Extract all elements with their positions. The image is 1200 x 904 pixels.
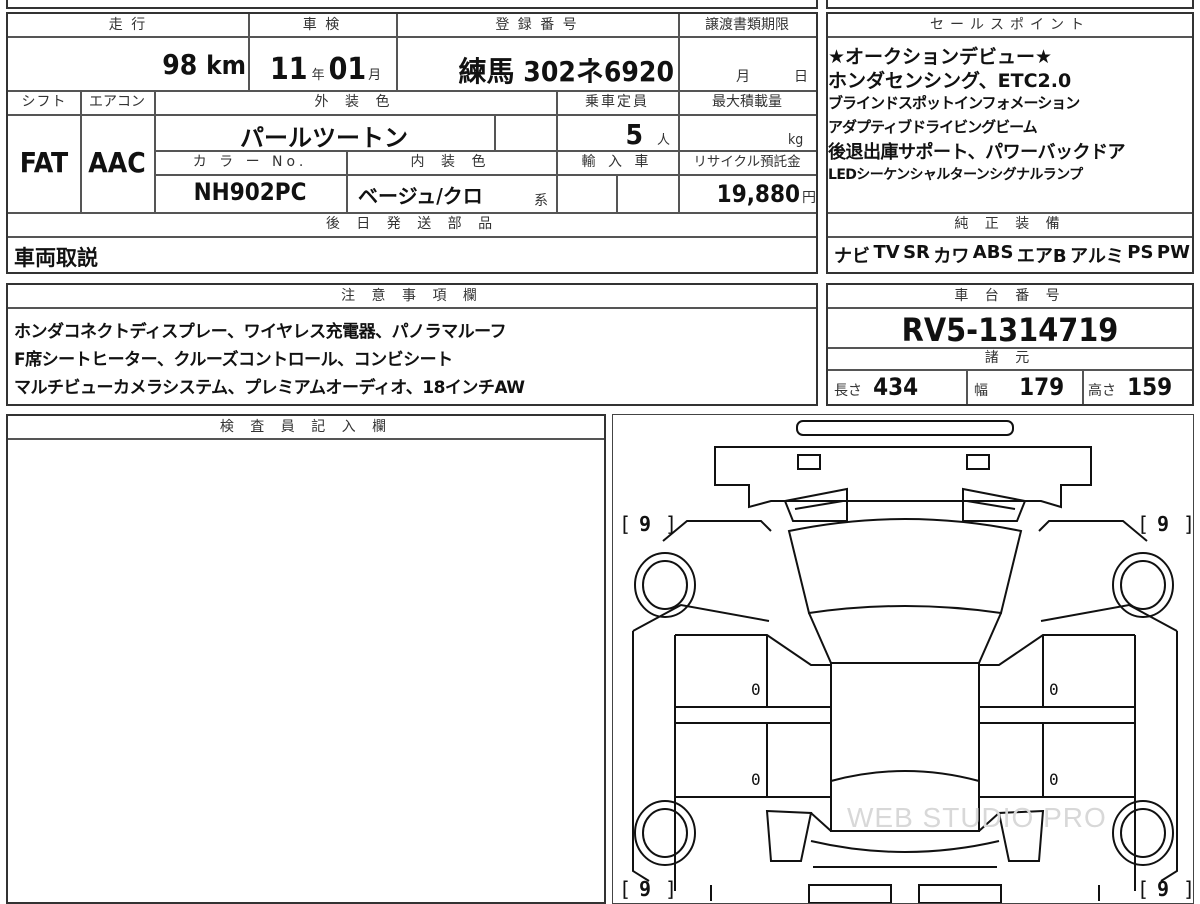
sales-line-1: ★オークションデビュー★ xyxy=(828,46,1053,68)
watermark-text: WEB STUDIO PRO xyxy=(847,802,1107,833)
equip-alloy: アルミ xyxy=(1070,246,1124,267)
equipment-list: ナビ TV SR カワ ABS エアB アルミ PS PW xyxy=(834,242,1190,268)
svg-text:]: ] xyxy=(665,877,677,901)
tread-value-fr: 9 xyxy=(1157,512,1169,536)
chassis-box: 車 台 番 号 RV5-1314719 諸 元 長さ 434 幅 179 高さ … xyxy=(826,283,1194,406)
chassis-title: 車 台 番 号 xyxy=(954,288,1066,304)
equip-sr: SR xyxy=(903,242,930,263)
notes-line-1: ホンダコネクトディスプレー、ワイヤレス充電器、パノラマルーフ xyxy=(14,322,507,342)
sales-line-3: ブラインドスポットインフォメーション xyxy=(828,94,1080,112)
mileage-value: 98 km xyxy=(162,48,246,81)
recycle-value: 19,880 円 xyxy=(716,180,816,208)
door-value-fl: 0 xyxy=(751,680,761,699)
notes-title: 注 意 事 項 欄 xyxy=(341,288,483,304)
equip-airbag: エアB xyxy=(1016,246,1067,267)
aircon-value: AAC xyxy=(88,146,146,179)
interior-color-value: ベージュ/クロ xyxy=(358,184,483,208)
spec-height: 高さ 159 xyxy=(1088,373,1173,401)
top-cutoff-row xyxy=(6,0,818,9)
main-info-box: 走 行 車 検 登 録 番 号 譲渡書類期限 98 km 11 年 01 月 練馬 3… xyxy=(6,12,818,274)
shift-label: シフト xyxy=(21,94,67,110)
registration-label: 登 録 番 号 xyxy=(495,17,579,33)
sales-line-4: アダプティブドライビングビーム xyxy=(828,118,1038,136)
door-value-rr: 0 xyxy=(1049,770,1059,789)
deadline-label: 譲渡書類期限 xyxy=(705,17,789,33)
aircon-label: エアコン xyxy=(89,94,145,110)
capacity-label: 乗車定員 xyxy=(585,94,649,110)
tread-rear-right: [ xyxy=(1137,877,1149,901)
deadline-month: 月 xyxy=(736,69,750,85)
top-cutoff-right xyxy=(826,0,1194,9)
color-no-value: NH902PC xyxy=(193,178,307,206)
exterior-color-label: 外 装 色 xyxy=(314,94,396,110)
equip-ps: PS xyxy=(1127,242,1154,263)
mileage-label: 走 行 xyxy=(108,17,148,33)
sales-point-box: セールスポイント ★オークションデビュー★ ホンダセンシング、ETC2.0 ブラ… xyxy=(826,12,1194,274)
car-diagram-box: [ ] 9 [ ] 9 [ ] 9 [ ] 9 0 0 0 0 WEB STUD… xyxy=(612,414,1194,904)
registration-value: 練馬 302ネ6920 xyxy=(458,55,674,88)
svg-text:]: ] xyxy=(665,512,677,536)
parts-label: 後 日 発 送 部 品 xyxy=(325,216,499,232)
interior-color-label: 内 装 色 xyxy=(410,154,492,170)
notes-box: 注 意 事 項 欄 ホンダコネクトディスプレー、ワイヤレス充電器、パノラマルーフ… xyxy=(6,283,818,406)
color-no-label: カ ラ ー No. xyxy=(192,154,308,170)
recycle-label: リサイクル預託金 xyxy=(693,154,801,170)
svg-text:]: ] xyxy=(1183,877,1193,901)
tread-rear-left: [ xyxy=(619,877,631,901)
sales-line-5: 後退出庫サポート、パワーバックドア xyxy=(828,142,1125,163)
max-load-label: 最大積載量 xyxy=(712,94,782,110)
sales-line-2: ホンダセンシング、ETC2.0 xyxy=(828,70,1072,92)
spec-width: 幅 179 xyxy=(974,373,1065,401)
shift-value: FAT xyxy=(19,146,69,179)
svg-text:]: ] xyxy=(1183,512,1193,536)
spec-length: 長さ 434 xyxy=(834,373,919,401)
exterior-color-value: パールツートン xyxy=(240,124,408,152)
interior-color-suffix: 系 xyxy=(534,193,548,209)
inspector-title: 検 査 員 記 入 欄 xyxy=(219,419,393,435)
equip-leather: カワ xyxy=(933,246,970,267)
equip-abs: ABS xyxy=(972,242,1014,263)
deadline-day: 日 xyxy=(794,69,808,85)
shaken-label: 車 検 xyxy=(302,17,342,33)
door-value-fr: 0 xyxy=(1049,680,1059,699)
equip-pw: PW xyxy=(1156,242,1190,263)
capacity-value: 5人 xyxy=(625,118,670,151)
tread-value-rr: 9 xyxy=(1157,877,1169,901)
shaken-value: 11 年 01 月 xyxy=(270,52,382,87)
sales-point-title: セールスポイント xyxy=(930,17,1090,33)
sales-line-6: LEDシーケンシャルターンシグナルランプ xyxy=(828,167,1083,183)
max-load-unit: kg xyxy=(788,132,804,148)
tread-value-fl: 9 xyxy=(639,512,651,536)
notes-line-3: マルチビューカメラシステム、プレミアムオーディオ、18インチAW xyxy=(14,378,525,398)
equipment-title: 純 正 装 備 xyxy=(954,216,1066,232)
equip-tv: TV xyxy=(873,242,900,263)
door-value-rl: 0 xyxy=(751,770,761,789)
tread-front-right: [ xyxy=(1137,512,1149,536)
car-diagram: [ ] 9 [ ] 9 [ ] 9 [ ] 9 0 0 0 0 WEB STUD… xyxy=(619,420,1193,903)
import-label: 輸 入 車 xyxy=(581,154,653,170)
equip-navi: ナビ xyxy=(834,246,870,267)
spec-title: 諸 元 xyxy=(984,350,1036,366)
tread-front-left: [ xyxy=(619,512,631,536)
parts-value: 車両取説 xyxy=(14,246,98,270)
tread-value-rl: 9 xyxy=(639,877,651,901)
chassis-number: RV5-1314719 xyxy=(901,311,1119,349)
notes-line-2: F席シートヒーター、クルーズコントロール、コンビシート xyxy=(14,350,453,370)
inspector-box: 検 査 員 記 入 欄 xyxy=(6,414,606,904)
